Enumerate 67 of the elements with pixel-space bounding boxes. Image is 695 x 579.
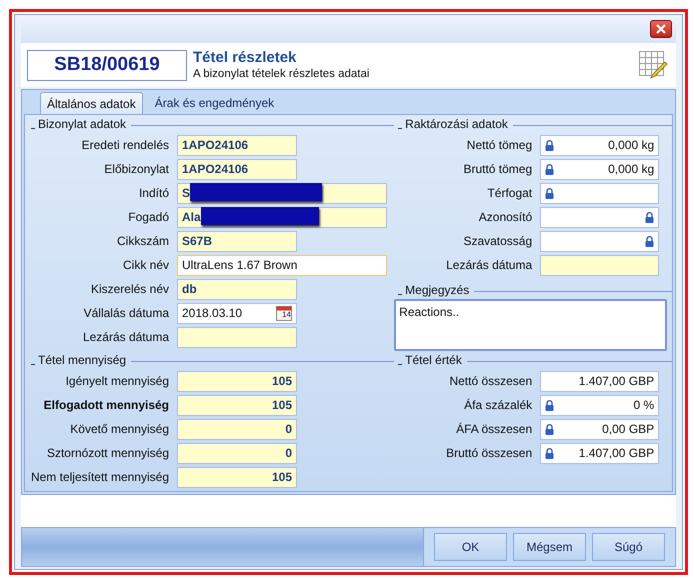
- field-label: Áfa százalék: [463, 397, 534, 414]
- field-label: Vállalás dátuma: [82, 305, 170, 322]
- field-label: Térfogat: [486, 185, 534, 202]
- field-label: Előbizonylat: [103, 161, 170, 178]
- field-label: Indító: [138, 185, 170, 202]
- input-field[interactable]: [540, 230, 660, 252]
- field-label: Sztornózott mennyiség: [46, 445, 170, 462]
- field-label: Szavatosság: [462, 233, 534, 250]
- input-field[interactable]: 2018.03.10 14: [177, 302, 297, 324]
- input-field[interactable]: [540, 254, 660, 276]
- input-field[interactable]: UltraLens 1.67 Brown: [177, 254, 387, 276]
- field-label: Nettó tömeg: [466, 137, 534, 154]
- grid-pencil-icon: [638, 50, 668, 80]
- field-label: Lezárás dátuma: [82, 329, 170, 346]
- section-heading: Tétel érték: [405, 353, 462, 367]
- section-heading: Raktározási adatok: [405, 117, 508, 131]
- document-number: SB18/00619: [27, 50, 187, 80]
- input-field[interactable]: 0: [177, 418, 297, 440]
- input-field[interactable]: 0,000 kg: [540, 134, 660, 156]
- field-label: Elfogadott mennyiség: [42, 397, 170, 414]
- input-field[interactable]: 0,00 GBP: [540, 418, 660, 440]
- input-field[interactable]: Ala: [177, 206, 387, 228]
- close-button[interactable]: [650, 20, 672, 38]
- input-field[interactable]: S67B: [177, 230, 297, 252]
- section-heading: Megjegyzés: [405, 283, 470, 297]
- close-icon: [656, 24, 666, 34]
- input-field[interactable]: 0 %: [540, 394, 660, 416]
- dialog-button[interactable]: Súgó: [592, 533, 665, 561]
- note-field[interactable]: Reactions..: [394, 299, 668, 351]
- section-heading: Tétel mennyiség: [38, 353, 126, 367]
- field-label: Cikkszám: [116, 233, 170, 250]
- field-label: Követő mennyiség: [69, 421, 170, 438]
- tab[interactable]: Árak és engedmények: [146, 92, 282, 114]
- field-label: Eredeti rendelés: [80, 137, 170, 154]
- input-field[interactable]: 1.407,00 GBP: [540, 370, 660, 392]
- input-field[interactable]: 0,000 kg: [540, 158, 660, 180]
- field-label: Igényelt mennyiség: [64, 373, 170, 390]
- field-label: Fogadó: [127, 209, 170, 226]
- field-label: Nem teljesített mennyiség: [30, 469, 170, 486]
- dialog-title: Tétel részletek: [193, 48, 298, 66]
- input-field[interactable]: 1.407,00 GBP: [540, 442, 660, 464]
- dialog-button[interactable]: OK: [434, 533, 507, 561]
- field-label: Bruttó összesen: [445, 445, 534, 462]
- dialog-subtitle: A bizonylat tételek részletes adatai: [193, 66, 370, 82]
- input-field[interactable]: 1APO24106: [177, 158, 297, 180]
- field-label: Lezárás dátuma: [445, 257, 534, 274]
- input-field[interactable]: 105: [177, 394, 297, 416]
- input-field[interactable]: 105: [177, 466, 297, 488]
- input-field[interactable]: db: [177, 278, 297, 300]
- input-field[interactable]: 1APO24106: [177, 134, 297, 156]
- calendar-icon[interactable]: [276, 305, 292, 321]
- input-field[interactable]: 0: [177, 442, 297, 464]
- field-label: ÁFA összesen: [455, 421, 534, 438]
- input-field[interactable]: [177, 326, 297, 348]
- section-heading: Bizonylat adatok: [38, 117, 126, 131]
- input-field[interactable]: 105: [177, 370, 297, 392]
- calendar-day: 14: [282, 310, 291, 318]
- input-field[interactable]: S: [177, 182, 387, 204]
- field-label: Cikk név: [122, 257, 170, 274]
- input-field[interactable]: [540, 206, 660, 228]
- field-label: Bruttó tömeg: [462, 161, 534, 178]
- field-label: Nettó összesen: [448, 373, 534, 390]
- input-field[interactable]: [540, 182, 660, 204]
- tab[interactable]: Általános adatok: [40, 92, 143, 114]
- dialog-button[interactable]: Mégsem: [513, 533, 586, 561]
- field-label: Kiszerelés név: [90, 281, 170, 298]
- field-label: Azonosító: [478, 209, 534, 226]
